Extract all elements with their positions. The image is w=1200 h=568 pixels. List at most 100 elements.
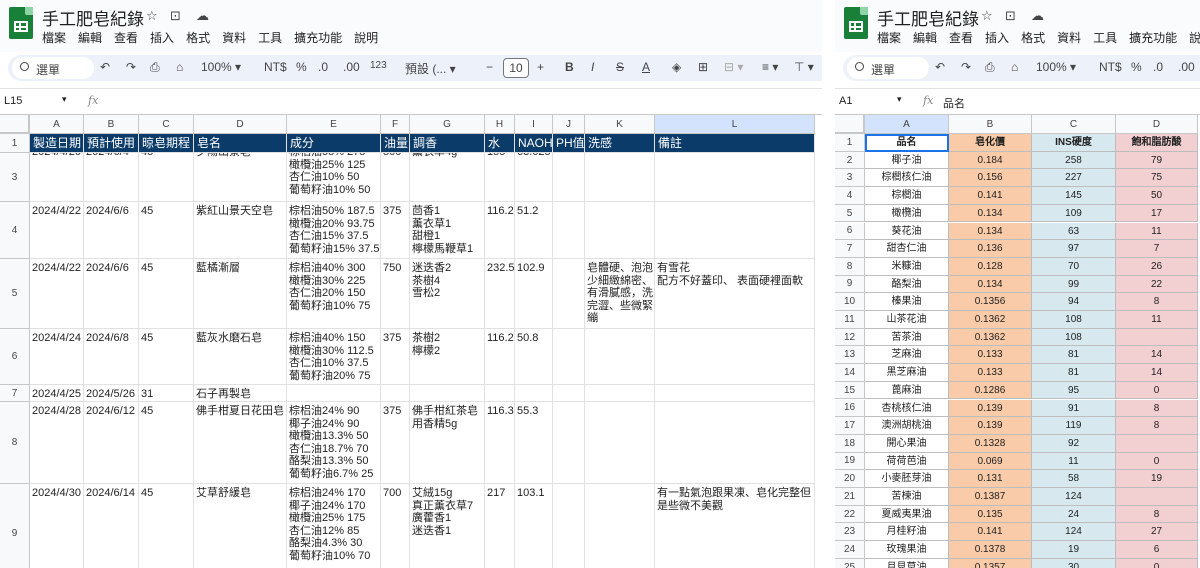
table-cell[interactable]: 81 xyxy=(1032,364,1116,382)
table-cell[interactable]: 棕梠油40% 150 橄欖油30% 112.5 杏仁油10% 37.5 葡萄籽油… xyxy=(287,329,381,385)
table-header-cell[interactable]: 水 xyxy=(485,134,515,153)
move-folder-icon[interactable]: ⊡ xyxy=(170,8,181,24)
font-size-increase-button[interactable]: + xyxy=(537,60,544,74)
row-header[interactable]: 10 xyxy=(835,293,865,311)
table-header-cell[interactable]: 皂化價 xyxy=(949,134,1032,152)
menu-item[interactable]: 擴充功能 xyxy=(1129,31,1177,45)
menu-item[interactable]: 資料 xyxy=(1057,31,1081,45)
table-cell[interactable]: 0.1378 xyxy=(949,541,1032,559)
menu-item[interactable]: 工具 xyxy=(258,31,282,45)
table-cell[interactable]: 109 xyxy=(1032,204,1116,223)
row-header[interactable]: 3 xyxy=(835,169,865,188)
table-cell[interactable]: 11 xyxy=(1116,222,1198,241)
table-cell[interactable]: 酪梨油 xyxy=(865,275,949,294)
name-box[interactable]: A1 xyxy=(839,95,852,107)
table-cell[interactable] xyxy=(553,259,585,329)
row-header[interactable]: 4 xyxy=(0,202,30,259)
row-header[interactable]: 1 xyxy=(835,134,865,152)
star-icon[interactable]: ☆ xyxy=(981,8,993,24)
table-cell[interactable] xyxy=(553,402,585,484)
table-cell[interactable] xyxy=(655,385,815,402)
table-cell[interactable]: 0.1328 xyxy=(949,434,1032,453)
table-header-cell[interactable]: 晾皂期程 xyxy=(139,134,194,153)
table-cell[interactable] xyxy=(1116,488,1198,506)
table-cell[interactable]: 375 xyxy=(381,202,410,259)
menu-item[interactable]: 插入 xyxy=(150,31,174,45)
row-header[interactable]: 16 xyxy=(835,399,865,418)
table-header-cell[interactable]: 備註 xyxy=(655,134,815,153)
table-cell[interactable]: 2024/4/28 xyxy=(30,402,84,484)
table-cell[interactable]: 有一點氣泡跟果凍、皂化完整但 是些微不美觀 xyxy=(655,484,815,568)
table-cell[interactable]: 茴香1 薰衣草1 甜橙1 檸檬馬鞭草1 xyxy=(410,202,485,259)
chevron-down-icon[interactable]: ▾ xyxy=(62,94,67,105)
table-cell[interactable]: 258 xyxy=(1032,151,1116,170)
table-cell[interactable]: 8 xyxy=(1116,293,1198,311)
table-cell[interactable]: 0.1362 xyxy=(949,328,1032,347)
table-cell[interactable]: 375 xyxy=(381,329,410,385)
table-cell[interactable]: 22 xyxy=(1116,275,1198,294)
table-cell[interactable]: 0.1286 xyxy=(949,381,1032,400)
row-header[interactable]: 6 xyxy=(0,329,30,385)
table-cell[interactable]: 澳洲胡桃油 xyxy=(865,417,949,435)
table-cell[interactable] xyxy=(515,385,553,402)
table-cell[interactable] xyxy=(553,329,585,385)
table-cell[interactable]: 0.184 xyxy=(949,151,1032,170)
table-cell[interactable]: 棕梠油24% 90 椰子油24% 90 橄欖油13.3% 50 杏仁油18.7%… xyxy=(287,402,381,484)
table-cell[interactable]: 14 xyxy=(1116,346,1198,365)
row-header[interactable]: 14 xyxy=(835,364,865,382)
row-header[interactable]: 22 xyxy=(835,505,865,524)
table-cell[interactable]: 700 xyxy=(381,484,410,568)
table-cell[interactable]: 17 xyxy=(1116,204,1198,223)
table-cell[interactable]: 50.8 xyxy=(515,329,553,385)
borders-icon[interactable]: ⊞ xyxy=(698,60,708,74)
move-folder-icon[interactable]: ⊡ xyxy=(1005,8,1016,24)
table-cell[interactable]: 小麥胚芽油 xyxy=(865,470,949,488)
table-cell[interactable]: 108 xyxy=(1032,328,1116,347)
table-cell[interactable]: 米糠油 xyxy=(865,257,949,276)
text-color-icon[interactable]: A xyxy=(642,60,650,74)
table-cell[interactable] xyxy=(655,402,815,484)
table-cell[interactable]: 迷迭香2 茶樹4 雪松2 xyxy=(410,259,485,329)
valign-icon[interactable]: ⊤ ▾ xyxy=(794,60,814,74)
row-header[interactable]: 18 xyxy=(835,434,865,453)
column-header[interactable]: C xyxy=(139,115,194,134)
table-cell[interactable]: 棕櫚核仁油 xyxy=(865,169,949,188)
table-cell[interactable] xyxy=(585,484,655,568)
table-header-cell[interactable]: 飽和脂肪酸 xyxy=(1116,134,1198,152)
menu-item[interactable]: 編輯 xyxy=(913,31,937,45)
table-cell[interactable]: 2024/4/25 xyxy=(30,385,84,402)
menu-item[interactable]: 查看 xyxy=(949,31,973,45)
column-header[interactable]: J xyxy=(553,115,585,134)
row-header[interactable]: 9 xyxy=(835,275,865,294)
increase-decimal-button[interactable]: .00 xyxy=(1178,60,1195,74)
currency-format-button[interactable]: NT$ xyxy=(1099,60,1122,74)
table-cell[interactable]: 蓖麻油 xyxy=(865,381,949,400)
table-cell[interactable]: 月見草油 xyxy=(865,558,949,568)
column-header[interactable]: A xyxy=(30,115,84,134)
undo-icon[interactable]: ↶ xyxy=(100,60,110,74)
menu-search-input[interactable]: 選單 xyxy=(847,57,929,79)
print-icon[interactable]: ⎙ xyxy=(150,60,160,75)
table-cell[interactable]: 0 xyxy=(1116,558,1198,568)
table-cell[interactable]: 124 xyxy=(1032,488,1116,506)
row-header[interactable]: 15 xyxy=(835,381,865,400)
table-cell[interactable]: 椰子油 xyxy=(865,151,949,170)
table-cell[interactable]: 0.135 xyxy=(949,505,1032,524)
table-cell[interactable]: 艾絨15g 真正薰衣草7 廣藿香1 迷迭香1 xyxy=(410,484,485,568)
table-cell[interactable]: 藍橘漸層 xyxy=(194,259,287,329)
table-cell[interactable]: 0.141 xyxy=(949,523,1032,542)
table-cell[interactable]: 0.134 xyxy=(949,275,1032,294)
table-cell[interactable] xyxy=(1116,434,1198,453)
table-cell[interactable]: 2024/6/6 xyxy=(84,202,139,259)
table-cell[interactable]: 217 xyxy=(485,484,515,568)
table-cell[interactable]: 91 xyxy=(1032,399,1116,418)
table-cell[interactable]: 0.133 xyxy=(949,364,1032,382)
font-select[interactable]: 預設 (... ▾ xyxy=(405,60,456,77)
table-cell[interactable]: 24 xyxy=(1032,505,1116,524)
table-cell[interactable]: 45 xyxy=(139,329,194,385)
table-cell[interactable]: 開心果油 xyxy=(865,434,949,453)
column-header[interactable]: C xyxy=(1032,115,1116,134)
table-cell[interactable]: 70 xyxy=(1032,257,1116,276)
table-cell[interactable]: 124 xyxy=(1032,523,1116,542)
column-header[interactable]: D xyxy=(194,115,287,134)
